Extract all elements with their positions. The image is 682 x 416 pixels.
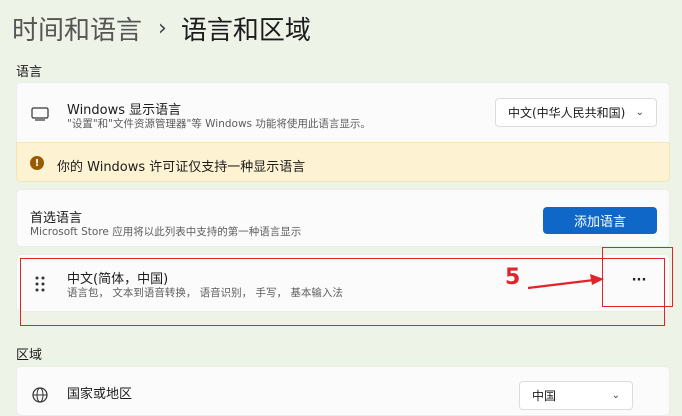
section-label-language: 语言: [16, 65, 43, 80]
annotation-highlight-more-button: [602, 247, 673, 307]
country-region-card: 国家或地区 中国 ⌄: [16, 366, 670, 416]
display-language-dropdown[interactable]: 中文(中华人民共和国) ⌄: [495, 98, 657, 127]
breadcrumb-parent[interactable]: 时间和语言: [12, 10, 142, 47]
annotation-step-number: 5: [505, 265, 521, 290]
section-label-region: 区域: [16, 348, 43, 363]
windows-display-language-subtitle: "设置"和"文件资源管理器"等 Windows 功能将使用此语言显示。: [67, 118, 371, 130]
annotation-highlight-row: [20, 258, 665, 326]
country-region-value: 中国: [532, 389, 557, 403]
add-language-button[interactable]: 添加语言: [543, 207, 657, 234]
globe-icon: [32, 387, 48, 403]
breadcrumb-separator: ›: [158, 15, 167, 41]
monitor-icon: [31, 107, 49, 121]
breadcrumb: 时间和语言 › 语言和区域: [12, 8, 311, 48]
page-title: 语言和区域: [180, 15, 311, 46]
license-notice-bar: ! 你的 Windows 许可证仅支持一种显示语言: [16, 142, 670, 182]
license-notice-text: 你的 Windows 许可证仅支持一种显示语言: [57, 160, 306, 175]
info-icon: !: [30, 156, 44, 170]
display-language-value: 中文(中华人民共和国): [508, 106, 626, 120]
chevron-down-icon: ⌄: [611, 390, 620, 401]
country-region-title: 国家或地区: [67, 387, 133, 402]
chevron-down-icon: ⌄: [635, 107, 644, 118]
country-region-dropdown[interactable]: 中国 ⌄: [519, 381, 633, 410]
preferred-language-subtitle: Microsoft Store 应用将以此列表中支持的第一种语言显示: [30, 226, 302, 238]
annotation-arrow-icon: [527, 274, 604, 290]
windows-display-language-card: Windows 显示语言 "设置"和"文件资源管理器"等 Windows 功能将…: [16, 82, 670, 142]
preferred-language-card: 首选语言 Microsoft Store 应用将以此列表中支持的第一种语言显示 …: [16, 189, 670, 247]
